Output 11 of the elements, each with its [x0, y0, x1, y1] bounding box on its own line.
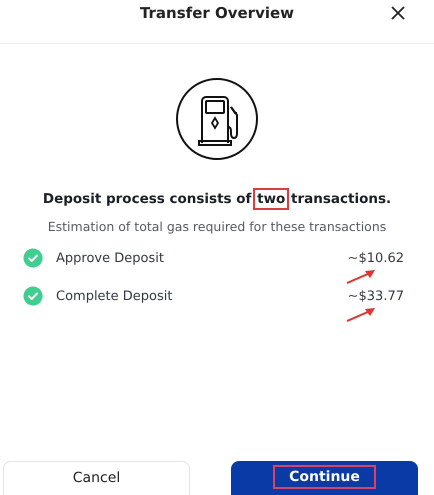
gas-amount: ~$10.62 — [348, 250, 404, 266]
dialog-title: Transfer Overview — [140, 4, 294, 22]
heading-text: Deposit process consists of two transactions. — [42, 191, 392, 207]
step-label: Complete Deposit — [56, 288, 174, 304]
step-label: Approve Deposit — [56, 250, 165, 266]
dialog-button[interactable]: Cancel — [3, 461, 190, 495]
close-icon[interactable] — [390, 5, 406, 21]
gas-amount: ~$33.77 — [348, 288, 404, 304]
subtitle-text: Estimation of total gas required for these transactions — [48, 219, 386, 234]
gas-pump-icon — [175, 77, 259, 161]
dialog-button[interactable]: Continue — [231, 461, 418, 495]
